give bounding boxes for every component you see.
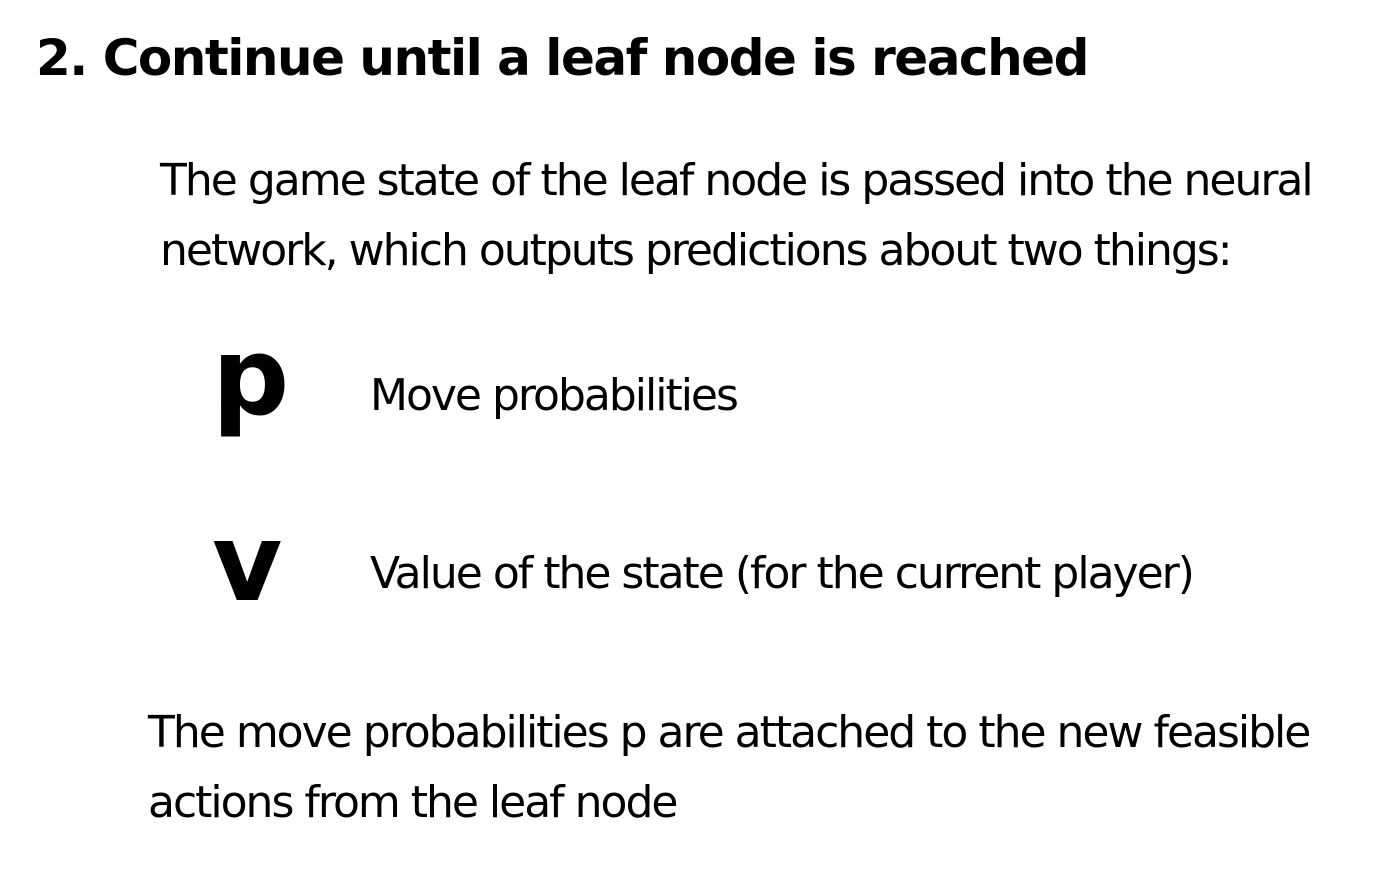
symbol-v: v — [212, 501, 283, 626]
slide-heading: 2. Continue until a leaf node is reached — [36, 29, 1089, 87]
symbol-p: p — [212, 315, 290, 440]
intro-paragraph: The game state of the leaf node is passe… — [160, 155, 1314, 276]
outro-paragraph: The move probabilities p are attached to… — [148, 707, 1311, 828]
description-state-value: Value of the state (for the current play… — [370, 548, 1195, 599]
description-move-probabilities: Move probabilities — [370, 370, 739, 421]
